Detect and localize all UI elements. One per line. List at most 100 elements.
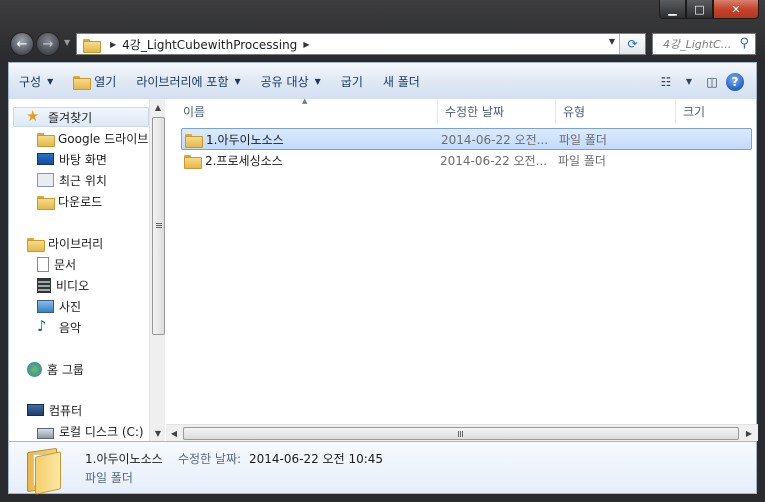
star-icon: ★ [26,107,40,125]
recent-places-icon [37,173,54,187]
column-header-name[interactable]: ▲ 이름 [166,97,438,123]
column-header-size[interactable]: 크기 [676,99,758,123]
grip-line [156,227,162,228]
pictures-icon [37,299,54,313]
address-dropdown-icon[interactable]: ▼ [609,37,615,46]
column-header-date-modified[interactable]: 수정한 날짜 [438,99,556,123]
sidebar-item-favorites[interactable]: ★ 즐겨찾기 [13,107,149,127]
scroll-down-icon[interactable]: ▼ [150,425,166,441]
organize-label: 구성 [19,74,42,89]
search-input[interactable]: 4강_LightC... ⚲ [652,33,756,55]
sidebar-item-label: Google 드라이브 [58,131,149,146]
details-modified-value: 2014-06-22 오전 10:45 [249,452,384,466]
video-icon [37,277,51,293]
navigation-pane: ★ 즐겨찾기 Google 드라이브 바탕 화면 최근 위치 다운로드 라이브러… [9,99,149,441]
documents-icon [37,256,49,272]
hard-drive-icon [37,427,54,439]
folder-icon [184,154,202,169]
caption-buttons: ▁ □ ✕ [659,0,759,19]
address-bar[interactable]: ▶ 4강_LightCubewithProcessing ▶ ▼ ⟳ [76,33,646,55]
scrollbar-thumb[interactable] [183,427,739,440]
sidebar-item-local-disk-c[interactable]: 로컬 디스크 (C:) [37,421,144,441]
chevron-right-icon[interactable]: ▶ [110,40,116,49]
file-row[interactable]: 2.프로세싱소스 2014-06-22 오전... 파일 폴더 [181,149,752,171]
sidebar-item-music[interactable]: ♪ 음악 [37,317,81,337]
explorer-body: ★ 즐겨찾기 Google 드라이브 바탕 화면 최근 위치 다운로드 라이브러… [8,97,758,441]
homegroup-icon [27,361,42,377]
share-with-button[interactable]: 공유 대상 ▼ [251,63,331,100]
include-in-library-button[interactable]: 라이브러리에 포함 ▼ [126,63,250,100]
navigation-bar: ← → ▼ ▶ 4강_LightCubewithProcessing ▶ ▼ ⟳… [0,26,765,62]
grip-line [458,431,459,437]
organize-button[interactable]: 구성 ▼ [9,63,63,100]
sidebar-item-google-drive[interactable]: Google 드라이브 [37,128,148,148]
sidebar-item-libraries[interactable]: 라이브러리 [27,233,103,253]
scroll-right-icon[interactable]: ▶ [741,425,757,442]
sidebar-item-label: 최근 위치 [59,173,107,188]
folder-icon [83,38,101,53]
sidebar-item-label: 사진 [59,299,82,314]
change-view-icon[interactable]: ☷ [652,70,680,94]
sidebar-item-computer[interactable]: 컴퓨터 [27,400,82,420]
maximize-button[interactable]: □ [686,0,713,19]
chevron-down-icon: ▼ [234,76,241,86]
desktop-icon [37,153,54,165]
folder-icon [185,133,203,148]
share-with-label: 공유 대상 [260,74,309,89]
scrollbar-thumb[interactable] [152,117,165,335]
file-name: 2.프로세싱소스 [205,153,283,168]
scroll-left-icon[interactable]: ◀ [166,425,182,442]
help-icon[interactable]: ? [726,72,744,91]
sidebar-item-homegroup[interactable]: 홈 그룹 [27,359,84,379]
sidebar-item-pictures[interactable]: 사진 [37,296,81,316]
recent-pages-dropdown-icon[interactable]: ▼ [64,38,70,47]
sidebar-item-downloads[interactable]: 다운로드 [37,191,102,211]
breadcrumb-current-folder[interactable]: 4강_LightCubewithProcessing [122,36,297,53]
column-header-type[interactable]: 유형 [556,99,676,123]
new-folder-label: 새 폴더 [382,74,420,89]
libraries-icon [27,237,45,252]
sidebar-item-label: 홈 그룹 [47,362,84,377]
grip-line [156,223,162,224]
computer-icon [27,404,44,416]
file-row-selected[interactable]: 1.아두이노소스 2014-06-22 오전... 파일 폴더 [181,128,752,150]
sidebar-item-recent-places[interactable]: 최근 위치 [37,170,107,190]
file-list-horizontal-scrollbar[interactable]: ◀ ▶ [166,424,758,441]
file-type: 파일 폴더 [558,153,606,168]
close-button[interactable]: ✕ [713,0,759,19]
forward-button[interactable]: → [36,32,60,56]
column-header-label: 유형 [563,104,586,119]
sidebar-item-videos[interactable]: 비디오 [37,275,89,295]
search-placeholder: 4강_LightC... [663,38,732,51]
sort-ascending-icon: ▲ [302,97,308,105]
large-folder-icon [25,447,63,495]
file-date: 2014-06-22 오전... [440,153,548,168]
sidebar-item-documents[interactable]: 문서 [37,254,76,274]
file-list-pane: ▲ 이름 수정한 날짜 유형 크기 1.아두이노소스 2014-06-22 오전… [166,97,758,441]
back-button[interactable]: ← [10,32,34,56]
include-in-library-label: 라이브러리에 포함 [136,74,229,89]
file-date: 2014-06-22 오전... [441,132,549,147]
new-folder-button[interactable]: 새 폴더 [373,63,430,100]
column-header-label: 크기 [683,104,706,119]
scroll-up-icon[interactable]: ▲ [150,99,166,115]
details-modified-label: 수정한 날짜: [178,452,242,466]
details-item-type: 파일 폴더 [85,471,133,485]
search-icon[interactable]: ⚲ [739,36,749,51]
navigation-pane-scrollbar[interactable]: ▲ ▼ [149,99,165,441]
sidebar-item-label: 비디오 [56,278,90,293]
open-button[interactable]: 열기 [63,63,126,100]
sidebar-item-label: 라이브러리 [48,236,104,251]
chevron-right-icon[interactable]: ▶ [303,40,309,49]
minimize-button[interactable]: ▁ [659,0,686,19]
sidebar-item-label: 다운로드 [58,194,103,209]
grip-line [462,431,463,437]
sidebar-item-desktop[interactable]: 바탕 화면 [37,149,107,169]
more-views-dropdown-icon[interactable]: ▼ [680,70,698,94]
refresh-button[interactable]: ⟳ [619,34,645,54]
burn-button[interactable]: 굽기 [331,63,373,100]
burn-label: 굽기 [340,74,363,89]
music-note-icon: ♪ [37,317,47,335]
file-type: 파일 폴더 [559,132,607,147]
preview-pane-icon[interactable]: ◫ [698,70,726,94]
